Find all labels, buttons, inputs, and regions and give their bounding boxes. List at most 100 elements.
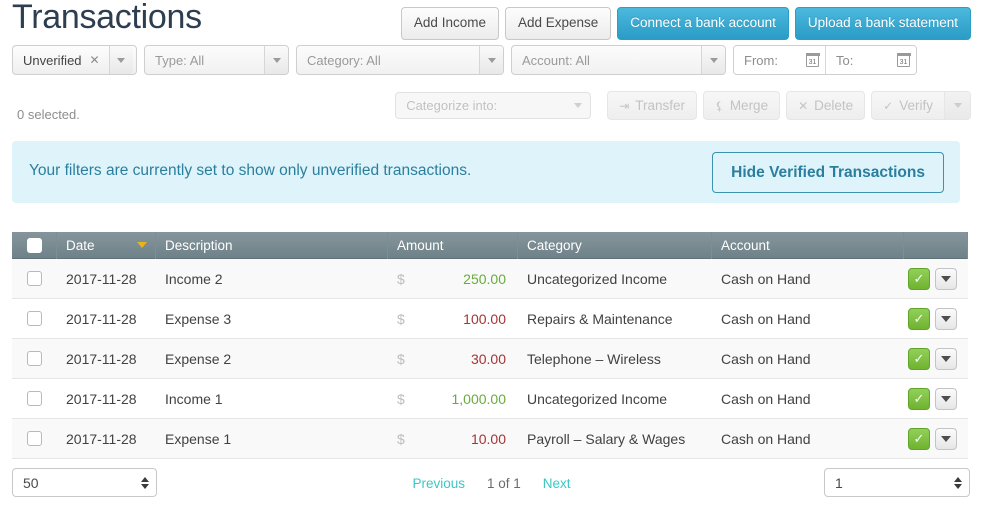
- account-filter[interactable]: Account: All: [511, 45, 726, 75]
- currency-symbol: $: [397, 351, 405, 367]
- transactions-page: Transactions Add Income Add Expense Conn…: [0, 0, 983, 505]
- amount-value: 10.00: [405, 431, 506, 447]
- column-header-category[interactable]: Category: [518, 232, 712, 259]
- transfer-button-label: Transfer: [635, 98, 685, 113]
- row-checkbox[interactable]: [27, 431, 42, 446]
- column-header-date[interactable]: Date: [57, 232, 156, 259]
- cell-description: Expense 2: [156, 339, 388, 379]
- cell-amount: $30.00: [388, 339, 518, 379]
- row-menu-chevron-down-icon[interactable]: [935, 268, 957, 290]
- cell-category: Telephone – Wireless: [518, 339, 712, 379]
- row-select-cell[interactable]: [12, 299, 57, 339]
- page-info: 1 of 1: [487, 476, 521, 491]
- selected-count: 0 selected.: [17, 107, 80, 122]
- amount-value: 250.00: [405, 271, 506, 287]
- verify-row-button[interactable]: ✓: [908, 308, 930, 330]
- check-icon: ✓: [914, 272, 925, 285]
- account-filter-chevron-down-icon[interactable]: [701, 46, 725, 74]
- row-menu-chevron-down-icon[interactable]: [935, 388, 957, 410]
- select-all-header[interactable]: [12, 232, 57, 259]
- add-income-button[interactable]: Add Income: [401, 7, 499, 40]
- column-header-description[interactable]: Description: [156, 232, 388, 259]
- verify-row-button[interactable]: ✓: [908, 348, 930, 370]
- row-menu-chevron-down-icon[interactable]: [935, 428, 957, 450]
- delete-button-label: Delete: [814, 98, 853, 113]
- add-expense-button[interactable]: Add Expense: [505, 7, 611, 40]
- upload-bank-statement-button[interactable]: Upload a bank statement: [795, 7, 971, 40]
- type-filter[interactable]: Type: All: [144, 45, 289, 75]
- account-filter-value: Account: All: [512, 53, 701, 68]
- sort-descending-icon[interactable]: [137, 242, 147, 248]
- verify-row-button[interactable]: ✓: [908, 388, 930, 410]
- page-number-stepper[interactable]: 1: [824, 468, 970, 497]
- previous-page-link[interactable]: Previous: [412, 476, 465, 491]
- row-checkbox[interactable]: [27, 311, 42, 326]
- date-from-input[interactable]: From: 31: [734, 46, 825, 74]
- check-icon: ✓: [914, 312, 925, 325]
- cell-account: Cash on Hand: [712, 299, 904, 339]
- verify-chevron-down-icon[interactable]: [945, 91, 971, 120]
- cell-date: 2017-11-28: [57, 379, 156, 419]
- filter-bar: Unverified ✕ Type: All Category: All Acc…: [12, 45, 917, 75]
- verify-button-label: Verify: [899, 98, 933, 113]
- verify-button[interactable]: ✓ Verify: [871, 91, 945, 120]
- type-filter-chevron-down-icon[interactable]: [264, 46, 288, 74]
- column-header-amount-label: Amount: [397, 238, 444, 253]
- table-footer: 50 Previous 1 of 1 Next 1: [0, 463, 983, 505]
- row-checkbox[interactable]: [27, 271, 42, 286]
- cell-amount: $10.00: [388, 419, 518, 459]
- clear-status-filter-icon[interactable]: ✕: [88, 53, 109, 67]
- currency-symbol: $: [397, 311, 405, 327]
- calendar-icon[interactable]: 31: [897, 54, 910, 67]
- delete-button[interactable]: ✕ Delete: [786, 91, 865, 120]
- amount-value: 1,000.00: [405, 391, 506, 407]
- cell-account: Cash on Hand: [712, 419, 904, 459]
- category-filter-value: Category: All: [297, 53, 479, 68]
- category-filter[interactable]: Category: All: [296, 45, 504, 75]
- verify-button-group: ✓ Verify: [871, 91, 971, 120]
- row-select-cell[interactable]: [12, 339, 57, 379]
- table-row[interactable]: 2017-11-28Expense 2$30.00Telephone – Wir…: [12, 339, 968, 379]
- date-to-input[interactable]: To: 31: [825, 46, 916, 74]
- row-checkbox[interactable]: [27, 351, 42, 366]
- transfer-button[interactable]: ⇥ Transfer: [607, 91, 697, 120]
- merge-button[interactable]: ⚸ Merge: [703, 91, 780, 120]
- categorize-into-select[interactable]: Categorize into:: [395, 92, 591, 119]
- status-filter[interactable]: Unverified ✕: [12, 45, 137, 75]
- transfer-arrow-icon: ⇥: [619, 99, 629, 113]
- column-header-amount[interactable]: Amount: [388, 232, 518, 259]
- calendar-icon[interactable]: 31: [806, 54, 819, 67]
- table-row[interactable]: 2017-11-28Income 1$1,000.00Uncategorized…: [12, 379, 968, 419]
- cell-amount: $1,000.00: [388, 379, 518, 419]
- row-menu-chevron-down-icon[interactable]: [935, 308, 957, 330]
- check-icon: ✓: [914, 392, 925, 405]
- status-filter-value: Unverified: [13, 53, 88, 68]
- table-row[interactable]: 2017-11-28Expense 3$100.00Repairs & Main…: [12, 299, 968, 339]
- row-select-cell[interactable]: [12, 259, 57, 299]
- table-row[interactable]: 2017-11-28Expense 1$10.00Payroll – Salar…: [12, 419, 968, 459]
- header-actions: Add Income Add Expense Connect a bank ac…: [401, 7, 971, 40]
- next-page-link[interactable]: Next: [543, 476, 571, 491]
- status-filter-chevron-down-icon[interactable]: [109, 46, 133, 74]
- cell-date: 2017-11-28: [57, 339, 156, 379]
- category-filter-chevron-down-icon[interactable]: [479, 46, 503, 74]
- cell-description: Expense 1: [156, 419, 388, 459]
- page-number-value: 1: [835, 475, 843, 491]
- row-checkbox[interactable]: [27, 391, 42, 406]
- row-select-cell[interactable]: [12, 379, 57, 419]
- select-all-checkbox[interactable]: [27, 238, 42, 253]
- verify-row-button[interactable]: ✓: [908, 268, 930, 290]
- column-header-account[interactable]: Account: [712, 232, 904, 259]
- cell-account: Cash on Hand: [712, 339, 904, 379]
- connect-bank-account-button[interactable]: Connect a bank account: [617, 7, 789, 40]
- row-menu-chevron-down-icon[interactable]: [935, 348, 957, 370]
- hide-verified-transactions-button[interactable]: Hide Verified Transactions: [712, 152, 944, 193]
- currency-symbol: $: [397, 391, 405, 407]
- page-number-stepper-arrows[interactable]: [954, 477, 962, 489]
- row-actions: ✓: [904, 259, 968, 299]
- cell-account: Cash on Hand: [712, 259, 904, 299]
- row-select-cell[interactable]: [12, 419, 57, 459]
- verify-row-button[interactable]: ✓: [908, 428, 930, 450]
- table-row[interactable]: 2017-11-28Income 2$250.00Uncategorized I…: [12, 259, 968, 299]
- cell-description: Income 2: [156, 259, 388, 299]
